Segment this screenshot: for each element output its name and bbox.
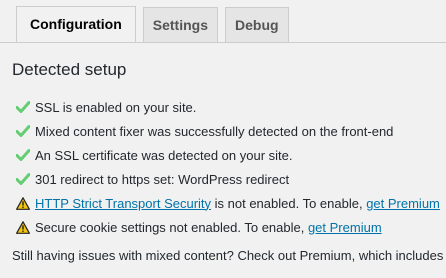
status-text: Secure cookie settings not enabled. To e… <box>35 220 382 235</box>
warning-icon <box>16 196 30 210</box>
status-text: SSL is enabled on your site. <box>35 99 197 115</box>
checkmark-icon <box>16 148 30 162</box>
tab-divider <box>0 42 446 43</box>
status-item-301-redirect: 301 redirect to https set: WordPress red… <box>16 167 440 191</box>
checkmark-icon <box>16 100 30 114</box>
status-text: HTTP Strict Transport Security is not en… <box>35 196 440 211</box>
plugin-settings-page: Configuration Settings Debug Detected se… <box>0 0 446 278</box>
get-premium-link[interactable]: get Premium <box>366 196 440 211</box>
hsts-text: is not enabled. To enable, <box>211 195 367 211</box>
status-item-hsts: HTTP Strict Transport Security is not en… <box>16 191 440 215</box>
setup-status-list: SSL is enabled on your site. Mixed conte… <box>16 95 440 239</box>
checkmark-icon <box>16 124 30 138</box>
status-item-mixed-content-fixer: Mixed content fixer was successfully det… <box>16 119 440 143</box>
checkmark-icon <box>16 172 30 186</box>
status-text: Mixed content fixer was successfully det… <box>35 123 394 139</box>
get-premium-link[interactable]: get Premium <box>308 220 382 235</box>
tab-settings[interactable]: Settings <box>142 7 218 42</box>
hsts-link[interactable]: HTTP Strict Transport Security <box>35 196 211 211</box>
status-item-secure-cookie: Secure cookie settings not enabled. To e… <box>16 215 440 239</box>
section-heading: Detected setup <box>12 60 127 79</box>
secure-cookie-text: Secure cookie settings not enabled. To e… <box>35 219 308 235</box>
status-text: 301 redirect to https set: WordPress red… <box>35 171 290 187</box>
warning-icon <box>16 220 30 234</box>
tab-configuration[interactable]: Configuration <box>16 6 136 43</box>
tab-debug[interactable]: Debug <box>225 7 289 42</box>
status-item-ssl-enabled: SSL is enabled on your site. <box>16 95 440 119</box>
status-text: An SSL certificate was detected on your … <box>35 147 293 163</box>
mixed-content-help-text: Still having issues with mixed content? … <box>12 248 446 263</box>
tab-bar: Configuration Settings Debug <box>16 6 296 43</box>
status-item-ssl-certificate: An SSL certificate was detected on your … <box>16 143 440 167</box>
